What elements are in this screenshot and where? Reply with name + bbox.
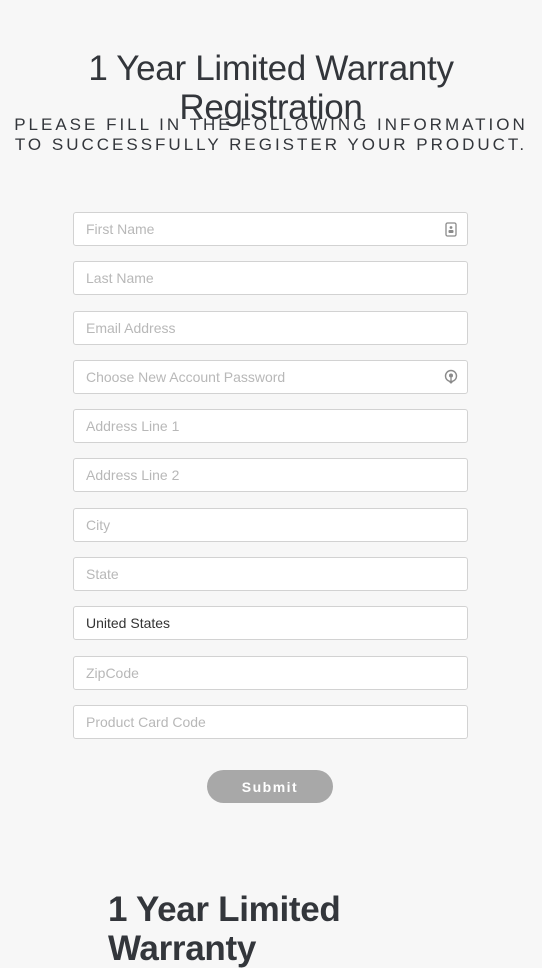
first-name-input[interactable] (74, 213, 467, 245)
email-address-input[interactable] (74, 311, 467, 344)
address-line-1-field (73, 409, 468, 444)
warranty-registration-form (73, 212, 468, 754)
city-input[interactable] (74, 508, 467, 541)
page-subtitle: Please fill in the following information… (14, 115, 528, 154)
address-line-2-field (73, 458, 468, 493)
product-card-code-field (73, 704, 468, 739)
submit-button[interactable]: Submit (207, 770, 333, 803)
product-card-code-input[interactable] (74, 705, 467, 738)
email-address-field (73, 310, 468, 345)
last-name-input[interactable] (74, 262, 467, 295)
last-name-field (73, 261, 468, 296)
address-line-1-input[interactable] (74, 410, 467, 443)
country-input[interactable] (74, 607, 467, 640)
state-input[interactable] (74, 558, 467, 591)
contact-card-icon[interactable] (444, 221, 458, 237)
city-field (73, 507, 468, 542)
country-field (73, 606, 468, 641)
state-field (73, 557, 468, 592)
password-field (73, 359, 468, 394)
zipcode-input[interactable] (74, 656, 467, 689)
first-name-field (73, 212, 468, 246)
password-key-icon[interactable] (444, 369, 458, 385)
zipcode-field (73, 655, 468, 690)
warranty-section-title: 1 Year Limited Warranty (108, 890, 341, 968)
password-input[interactable] (74, 360, 467, 393)
address-line-2-input[interactable] (74, 459, 467, 492)
